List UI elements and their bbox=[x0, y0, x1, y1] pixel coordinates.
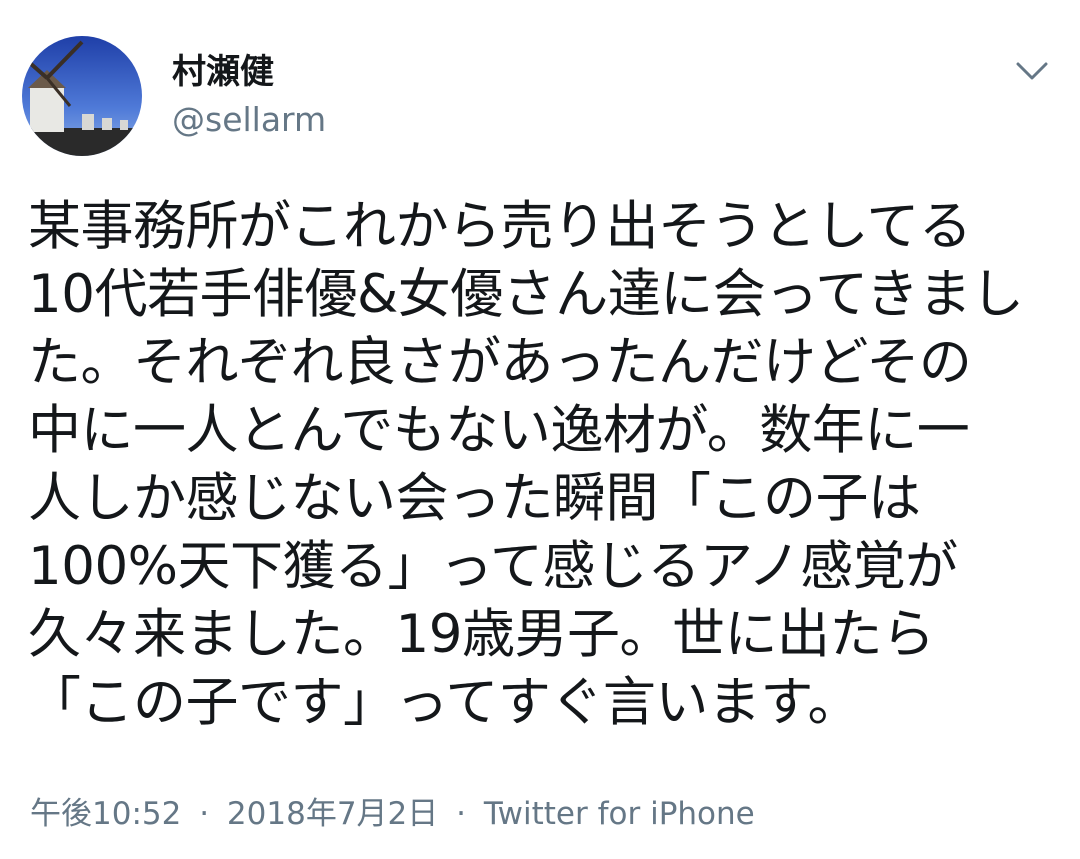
separator: · bbox=[199, 796, 210, 832]
tweet-text-line: 中に一人とんでもない逸材が。数年に一 bbox=[28, 400, 970, 461]
tweet-metadata: 午後10:52 · 2018年7月2日 · Twitter for iPhone bbox=[30, 792, 755, 836]
windmill-avatar-image bbox=[22, 36, 142, 156]
tweet-text-line: 某事務所がこれから売り出そうとしてる bbox=[28, 196, 972, 257]
chevron-down-icon[interactable] bbox=[1010, 52, 1054, 88]
tweet-text: 某事務所がこれから売り出そうとしてる 10代若手俳優&女優さん達に会ってきまし … bbox=[28, 193, 1068, 737]
tweet-source[interactable]: Twitter for iPhone bbox=[484, 796, 755, 832]
tweet-date[interactable]: 2018年7月2日 bbox=[227, 796, 438, 832]
avatar[interactable] bbox=[22, 36, 142, 156]
tweet-text-line: た。それぞれ良さがあったんだけどその bbox=[28, 332, 972, 393]
tweet-text-line: 久々来ました。19歳男子。世に出たら bbox=[28, 604, 935, 665]
user-handle[interactable]: @sellarm bbox=[172, 100, 326, 140]
tweet-text-line: 人しか感じない会った瞬間「この子は bbox=[28, 468, 921, 529]
tweet-time[interactable]: 午後10:52 bbox=[30, 796, 181, 832]
tweet-detail: 村瀬健 @sellarm 某事務所がこれから売り出そうとしてる 10代若手俳優&… bbox=[0, 0, 1080, 859]
separator: · bbox=[456, 796, 466, 832]
tweet-text-line: 10代若手俳優&女優さん達に会ってきまし bbox=[28, 264, 1024, 325]
display-name[interactable]: 村瀬健 bbox=[172, 52, 274, 92]
tweet-text-line: 100%天下獲る」って感じるアノ感覚が bbox=[28, 536, 958, 597]
tweet-text-line: 「この子です」ってすぐ言います。 bbox=[28, 672, 861, 733]
